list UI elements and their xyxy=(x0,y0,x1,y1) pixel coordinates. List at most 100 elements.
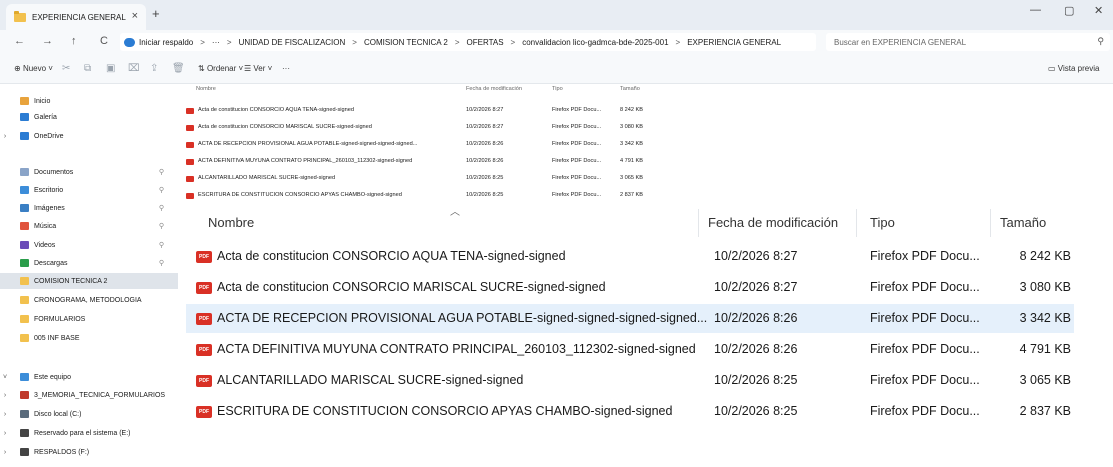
sidebar-item-label: 005 INF BASE xyxy=(34,334,80,342)
sidebar-item[interactable]: FORMULARIOS xyxy=(0,311,178,327)
new-tab-button[interactable]: + xyxy=(152,6,160,21)
file-row[interactable]: PDF ACTA DEFINITIVA MUYUNA CONTRATO PRINC… xyxy=(186,335,1074,364)
sort-button[interactable]: ⇅ Ordenar ˅ xyxy=(198,64,243,73)
file-name: ESCRITURA DE CONSTITUCION CONSORCIO APYA… xyxy=(217,404,673,418)
preview-button[interactable]: ▭ Vista previa xyxy=(1048,64,1099,73)
mini-cell-name: ALCANTARILLADO MARISCAL SUCRE-signed-sig… xyxy=(198,175,336,181)
pdf-file-icon xyxy=(186,193,194,199)
pdf-file-icon: PDF xyxy=(196,406,212,418)
mini-file-row[interactable]: Acta de constitucion CONSORCIO MARISCAL … xyxy=(186,123,666,134)
sidebar-item[interactable]: Videos ⚲ xyxy=(0,237,178,253)
chevron-icon[interactable]: › xyxy=(0,430,10,437)
mini-file-row[interactable]: Acta de constitucion CONSORCIO AQUA TENA… xyxy=(186,106,666,117)
sidebar-item[interactable]: › OneDrive xyxy=(0,128,178,144)
file-row[interactable]: PDF ESCRITURA DE CONSTITUCION CONSORCIO A… xyxy=(186,397,1074,426)
cloud-backup-icon xyxy=(124,37,135,47)
file-modified: 10/2/2026 8:26 xyxy=(714,342,798,356)
file-row[interactable]: PDF Acta de constitucion CONSORCIO MARISC… xyxy=(186,273,1074,302)
pdf-file-icon: PDF xyxy=(196,375,212,387)
mini-header-name: Nombre xyxy=(196,86,216,92)
chevron-icon[interactable]: ˅ xyxy=(0,374,10,381)
breadcrumb-ofertas[interactable]: OFERTAS xyxy=(467,38,504,47)
search-input[interactable]: Buscar en EXPERIENCIA GENERAL ⚲ xyxy=(826,33,1110,51)
chevron-icon[interactable]: › xyxy=(0,392,10,399)
paste-icon[interactable]: ▣ xyxy=(106,63,115,74)
share-icon[interactable]: ⇪ xyxy=(150,63,158,74)
sidebar-item[interactable]: CRONOGRAMA, METODOLOGIA xyxy=(0,292,178,308)
mini-file-row[interactable]: ALCANTARILLADO MARISCAL SUCRE-signed-sig… xyxy=(186,174,666,185)
file-row[interactable]: PDF Acta de constitucion CONSORCIO AQUA T… xyxy=(186,242,1074,271)
sidebar-item[interactable]: › Disco local (C:) xyxy=(0,406,178,422)
breadcrumb-separator: > xyxy=(226,37,232,47)
breadcrumb-more[interactable]: ··· xyxy=(212,38,220,47)
sidebar-item[interactable]: › Reservado para el sistema (E:) xyxy=(0,425,178,441)
column-header-type[interactable]: Tipo xyxy=(870,215,895,230)
sidebar-item-label: Descargas xyxy=(34,259,68,267)
sidebar-item[interactable]: Música ⚲ xyxy=(0,218,178,234)
forward-button[interactable]: → xyxy=(42,35,53,47)
sidebar-item[interactable]: Inicio xyxy=(0,93,178,109)
chevron-icon[interactable]: › xyxy=(0,133,10,140)
sidebar-item[interactable]: Imágenes ⚲ xyxy=(0,200,178,216)
more-commands-button[interactable]: ··· xyxy=(282,64,290,73)
sidebar-item[interactable]: › 3_MEMORIA_TECNICA_FORMULARIOS xyxy=(0,387,178,403)
copy-icon[interactable]: ⧉ xyxy=(84,63,91,74)
file-row[interactable]: PDF ALCANTARILLADO MARISCAL SUCRE-signed-… xyxy=(186,366,1074,395)
column-header-name[interactable]: Nombre xyxy=(208,215,254,230)
chevron-icon[interactable]: › xyxy=(0,449,10,456)
column-divider[interactable] xyxy=(698,209,699,237)
backup-label[interactable]: Iniciar respaldo xyxy=(139,38,193,47)
close-window-button[interactable]: ✕ xyxy=(1094,4,1103,17)
address-bar[interactable]: Iniciar respaldo > ··· > UNIDAD DE FISCA… xyxy=(120,33,816,51)
rename-icon[interactable]: ⌧ xyxy=(128,63,140,74)
file-row[interactable]: PDF ACTA DE RECEPCION PROVISIONAL AGUA PO… xyxy=(186,304,1074,333)
breadcrumb-comision[interactable]: COMISION TECNICA 2 xyxy=(364,38,448,47)
pin-icon[interactable]: ⚲ xyxy=(159,241,164,249)
breadcrumb-separator: > xyxy=(675,37,681,47)
mini-cell-size: 8 242 KB xyxy=(620,107,644,113)
column-header-modified[interactable]: Fecha de modificación xyxy=(708,215,838,230)
drive-icon xyxy=(20,429,29,437)
column-divider[interactable] xyxy=(990,209,991,237)
restore-button[interactable]: ▢ xyxy=(1064,4,1074,17)
downloads-icon xyxy=(20,259,29,267)
pin-icon[interactable]: ⚲ xyxy=(159,168,164,176)
mini-file-row[interactable]: ACTA DEFINITIVA MUYUNA CONTRATO PRINCIPA… xyxy=(186,157,666,168)
file-size: 3 342 KB xyxy=(1019,311,1071,325)
search-icon: ⚲ xyxy=(1097,36,1104,46)
tab-close-icon[interactable]: × xyxy=(132,10,138,22)
column-header-size[interactable]: Tamaño xyxy=(1000,215,1046,230)
mini-file-row[interactable]: ESCRITURA DE CONSTITUCION CONSORCIO APYA… xyxy=(186,191,666,202)
preview-label: Vista previa xyxy=(1057,64,1100,73)
up-button[interactable]: ↑ xyxy=(71,35,77,47)
sidebar-item[interactable]: › RESPALDOS (F:) xyxy=(0,444,178,460)
pdf-file-icon xyxy=(186,176,194,182)
pin-icon[interactable]: ⚲ xyxy=(159,186,164,194)
sidebar-item[interactable]: Galería xyxy=(0,109,178,125)
pdf-file-icon: PDF xyxy=(196,282,212,294)
back-button[interactable]: ← xyxy=(14,35,25,47)
breadcrumb-unidad[interactable]: UNIDAD DE FISCALIZACION xyxy=(239,38,346,47)
sidebar-item[interactable]: Descargas ⚲ xyxy=(0,255,178,271)
column-divider[interactable] xyxy=(856,209,857,237)
mini-file-row[interactable]: ACTA DE RECEPCION PROVISIONAL AGUA POTAB… xyxy=(186,140,666,151)
sidebar-item[interactable]: Documentos ⚲ xyxy=(0,164,178,180)
breadcrumb-convalidacion[interactable]: convalidacion lico-gadmca-bde-2025-001 xyxy=(522,38,668,47)
sidebar-item[interactable]: COMISION TECNICA 2 xyxy=(0,273,178,289)
chevron-icon[interactable]: › xyxy=(0,411,10,418)
cut-icon[interactable]: ✂ xyxy=(62,63,70,74)
pin-icon[interactable]: ⚲ xyxy=(159,259,164,267)
pin-icon[interactable]: ⚲ xyxy=(159,204,164,212)
sidebar-item[interactable]: 005 INF BASE xyxy=(0,330,178,346)
breadcrumb-experiencia[interactable]: EXPERIENCIA GENERAL xyxy=(687,38,781,47)
pin-icon[interactable]: ⚲ xyxy=(159,222,164,230)
mini-cell-size: 2 837 KB xyxy=(620,192,644,198)
refresh-button[interactable]: C xyxy=(100,35,108,47)
sidebar-item[interactable]: Escritorio ⚲ xyxy=(0,182,178,198)
tab-experiencia-general[interactable]: EXPERIENCIA GENERAL × xyxy=(6,4,146,30)
new-button[interactable]: ⊕ Nuevo ˅ xyxy=(14,64,53,73)
sidebar-item[interactable]: ˅ Este equipo xyxy=(0,369,178,385)
view-button[interactable]: ☰ Ver ˅ xyxy=(244,64,272,73)
minimize-button[interactable]: — xyxy=(1030,4,1041,16)
delete-icon[interactable]: 🗑 xyxy=(172,63,185,74)
